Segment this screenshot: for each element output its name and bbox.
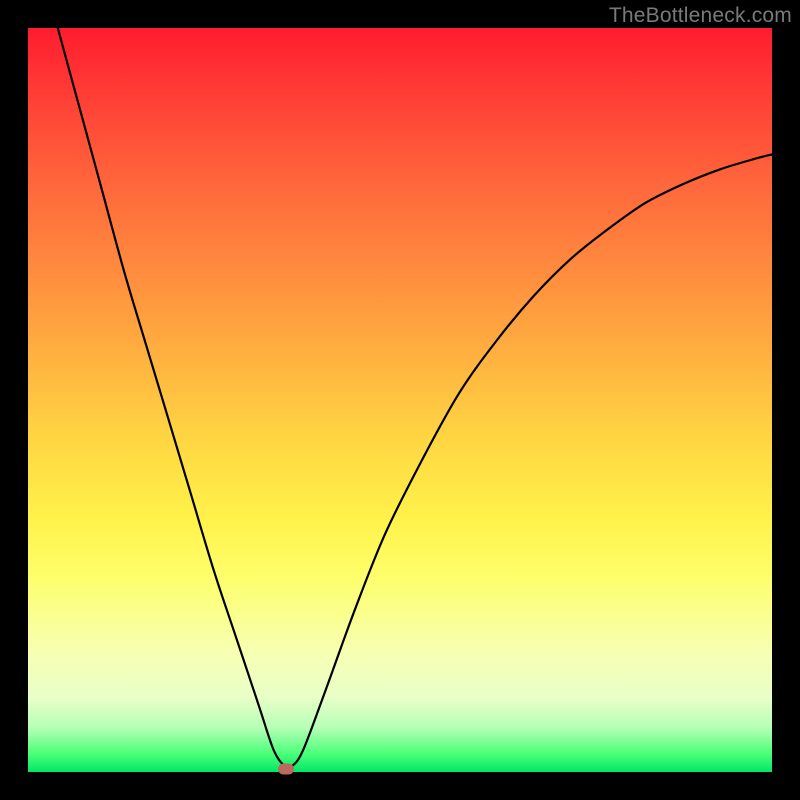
optimal-point-marker: [278, 764, 294, 775]
chart-frame: TheBottleneck.com: [0, 0, 800, 800]
bottleneck-curve: [28, 28, 772, 772]
watermark-text: TheBottleneck.com: [609, 4, 792, 28]
